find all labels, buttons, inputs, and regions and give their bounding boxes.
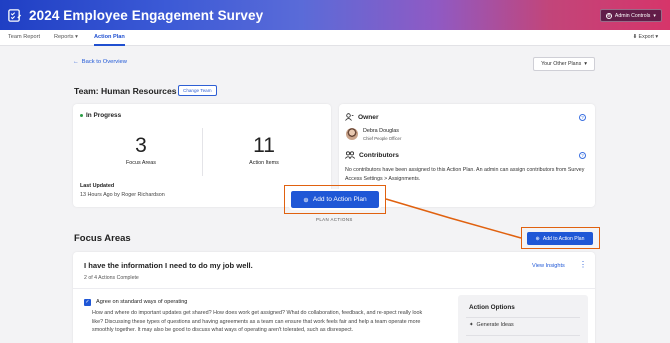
action-checkbox[interactable]: ✓ xyxy=(84,299,91,306)
plus-circle-icon: ⊕ xyxy=(303,196,309,204)
generate-ideas-label: Generate Ideas xyxy=(476,322,514,328)
focus-area-title: I have the information I need to do my j… xyxy=(84,261,253,270)
divider xyxy=(73,288,595,289)
divider xyxy=(466,335,580,336)
plan-actions-caption: PLAN ACTIONS xyxy=(316,217,353,222)
focus-area-progress: 2 of 4 Actions Complete xyxy=(84,275,139,281)
action-description: How and where do important updates get s… xyxy=(92,310,423,334)
focus-areas-heading: Focus Areas xyxy=(74,233,131,244)
sparkle-icon: ✦ xyxy=(469,322,474,328)
action-options-title: Action Options xyxy=(469,304,515,311)
action-options-panel: Action Options ✦ Generate Ideas xyxy=(458,295,588,343)
more-options-icon[interactable]: ⋮ xyxy=(579,261,587,269)
action-title: Agree on standard ways of operating xyxy=(96,299,188,305)
add-to-action-plan-button[interactable]: ⊕ Add to Action Plan xyxy=(289,189,381,210)
generate-ideas-button[interactable]: ✦ Generate Ideas xyxy=(469,322,514,328)
focus-add-label: Add to Action Plan xyxy=(542,235,585,242)
divider xyxy=(466,317,580,318)
focus-add-to-action-plan-button[interactable]: ⊕ Add to Action Plan xyxy=(527,232,593,245)
add-to-action-plan-label: Add to Action Plan xyxy=(312,196,367,203)
plus-circle-icon: ⊕ xyxy=(535,235,540,242)
focus-area-card: I have the information I need to do my j… xyxy=(73,252,595,343)
view-insights-link[interactable]: View Insights xyxy=(532,263,565,269)
